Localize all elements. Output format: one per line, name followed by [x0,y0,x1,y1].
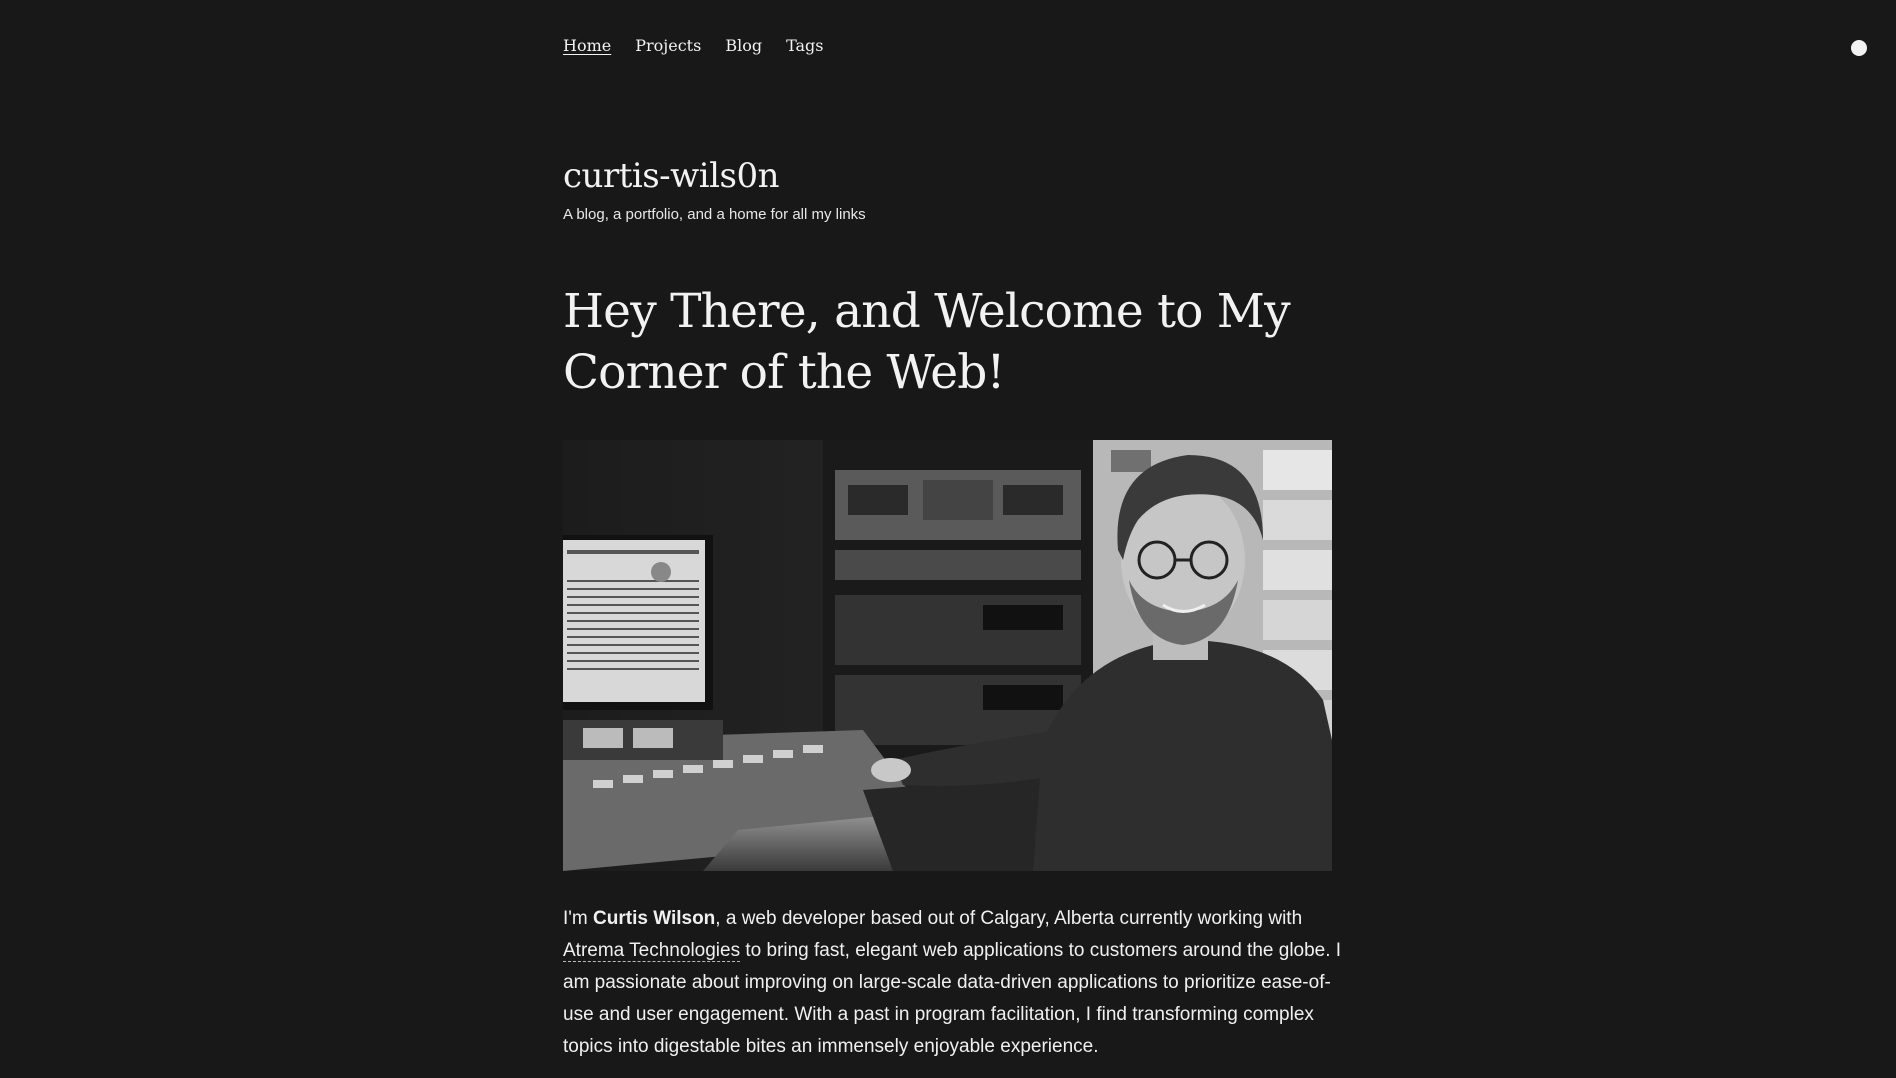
profile-photo [563,440,1332,871]
site-subtitle: A blog, a portfolio, and a home for all … [563,206,866,223]
bio-text-part1: , a web developer based out of Calgary, … [715,908,1303,929]
bio-intro: I'm [563,908,594,929]
company-link[interactable]: Atrema Technologies [563,940,741,962]
theme-toggle-circle-icon[interactable] [1851,40,1867,56]
nav-projects-link[interactable]: Projects [635,36,701,55]
hero-heading: Hey There, and Welcome to My Corner of t… [563,284,1291,400]
site-title: curtis-wils0n [563,156,780,196]
main-nav: Home Projects Blog Tags [563,36,823,55]
nav-blog-link[interactable]: Blog [725,36,762,55]
bio-name: Curtis Wilson [593,908,716,929]
nav-tags-link[interactable]: Tags [786,36,823,55]
bio-paragraph: I'm Curtis Wilson, a web developer based… [563,903,1343,1063]
nav-home-link[interactable]: Home [563,36,611,55]
